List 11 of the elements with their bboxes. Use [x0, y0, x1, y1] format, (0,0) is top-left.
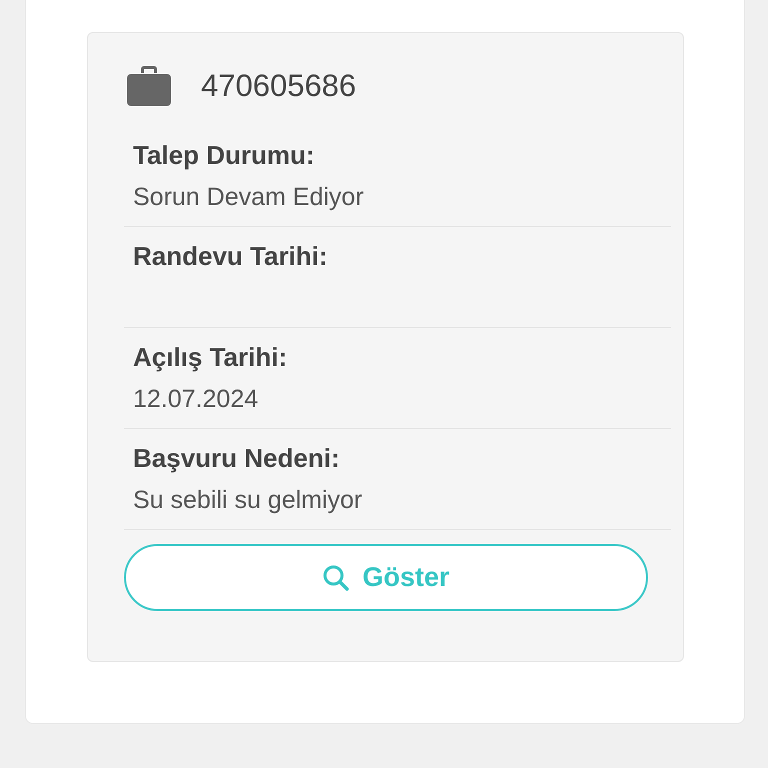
field-label: Randevu Tarihi:	[133, 241, 329, 272]
field-label: Talep Durumu:	[133, 140, 316, 171]
field-value: 12.07.2024	[133, 385, 260, 414]
field-label: Açılış Tarihi:	[133, 342, 288, 373]
field-value: Su sebili su gelmiyor	[133, 486, 364, 515]
field-label: Başvuru Nedeni:	[133, 443, 341, 474]
show-button[interactable]: Göster	[124, 544, 648, 611]
request-number: 470605686	[201, 68, 356, 104]
field-value: Sorun Devam Ediyor	[133, 183, 365, 212]
briefcase-icon	[127, 65, 171, 106]
search-icon	[322, 564, 350, 592]
